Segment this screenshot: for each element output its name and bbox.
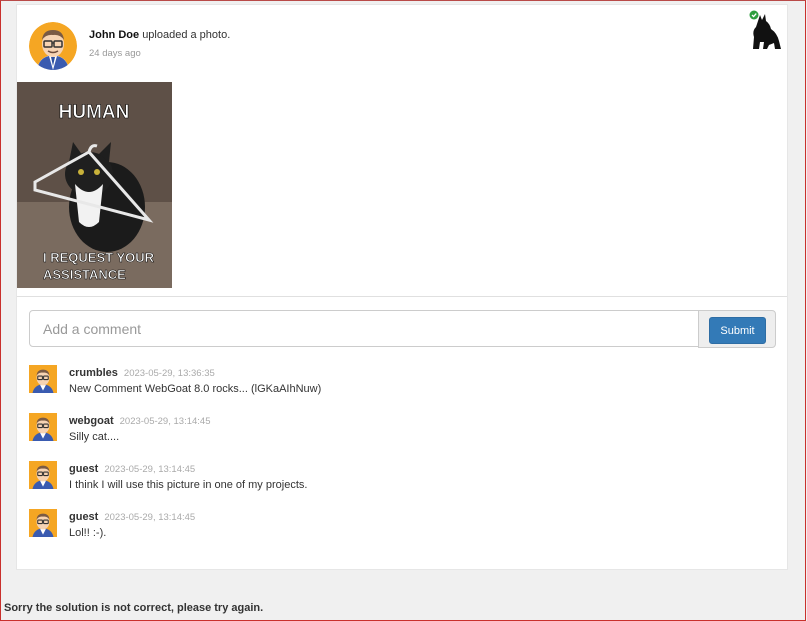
webgoat-wolf-logo (747, 9, 783, 49)
post-author-line: John Doe uploaded a photo. (89, 29, 230, 41)
comment-user: guest (69, 511, 99, 523)
comments-list: crumbles 2023-05-29, 13:36:35 New Comment… (29, 363, 769, 555)
comment-form: Submit (29, 310, 776, 348)
comment-user: guest (69, 463, 99, 475)
comment-user: webgoat (69, 415, 114, 427)
uploaded-photo: HUMAN I REQUEST YOUR ASSISTANCE (17, 82, 172, 288)
comment-item: webgoat 2023-05-29, 13:14:45 Silly cat...… (29, 411, 769, 459)
comment-time: 2023-05-29, 13:36:35 (123, 368, 215, 379)
commenter-avatar (29, 413, 57, 441)
post-time: 24 days ago (89, 48, 141, 59)
comment-time: 2023-05-29, 13:14:45 (104, 512, 196, 523)
commenter-avatar (29, 365, 57, 393)
comment-input[interactable] (29, 310, 699, 347)
comment-item: crumbles 2023-05-29, 13:36:35 New Comment… (29, 363, 769, 411)
comment-text: Silly cat.... (69, 431, 120, 443)
comment-user: crumbles (69, 367, 118, 379)
comment-text: I think I will use this picture in one o… (69, 479, 308, 491)
comment-text: New Comment WebGoat 8.0 rocks... (lGKaAI… (69, 383, 322, 395)
post-author-name[interactable]: John Doe (89, 29, 139, 41)
divider (17, 296, 787, 297)
comment-item: guest 2023-05-29, 13:14:45 I think I will… (29, 459, 769, 507)
post-action: uploaded a photo. (142, 29, 231, 41)
photo-caption-bottom-2: ASSISTANCE (43, 267, 126, 282)
photo-caption-bottom-1: I REQUEST YOUR (43, 250, 155, 265)
submit-button-wrapper: Submit (698, 310, 776, 348)
commenter-avatar (29, 509, 57, 537)
author-avatar (29, 22, 77, 70)
comment-time: 2023-05-29, 13:14:45 (119, 416, 211, 427)
submit-button[interactable]: Submit (709, 317, 766, 344)
comment-text: Lol!! :-). (69, 527, 107, 539)
post-card: John Doe uploaded a photo. 24 days ago H… (16, 4, 788, 570)
feedback-message: Sorry the solution is not correct, pleas… (4, 602, 264, 614)
comment-item: guest 2023-05-29, 13:14:45 Lol!! :-). (29, 507, 769, 555)
comment-time: 2023-05-29, 13:14:45 (104, 464, 196, 475)
photo-caption-top: HUMAN (59, 102, 130, 123)
commenter-avatar (29, 461, 57, 489)
